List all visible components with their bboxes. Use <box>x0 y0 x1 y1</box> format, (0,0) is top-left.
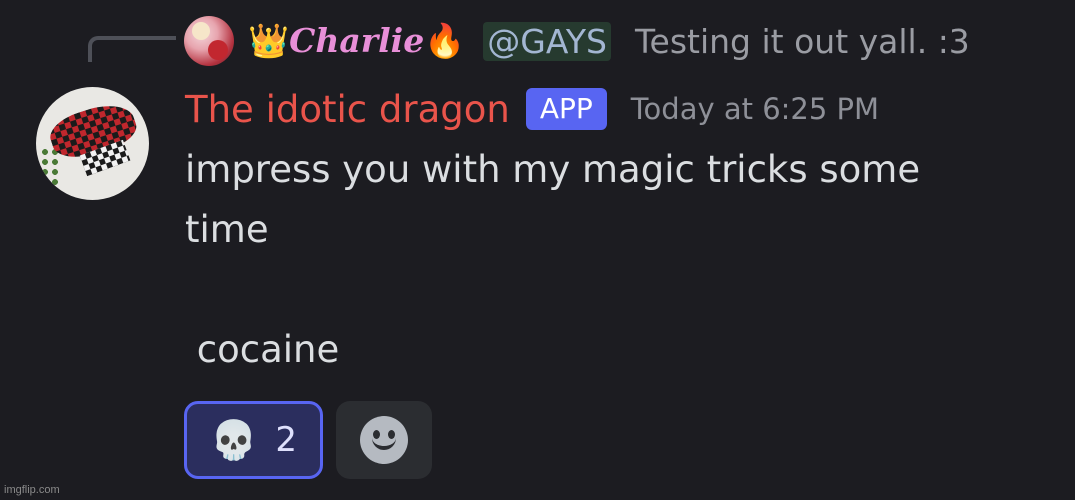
smiley-mouth <box>372 436 396 450</box>
reply-author-name[interactable]: 👑Charlie🔥 <box>248 21 465 61</box>
message-timestamp[interactable]: Today at 6:25 PM <box>631 92 879 126</box>
message-line: cocaine <box>185 328 340 371</box>
skull-icon: 💀 <box>210 417 258 462</box>
add-reaction-button[interactable] <box>336 401 432 479</box>
reaction-count: 2 <box>275 420 297 460</box>
reply-author-avatar[interactable] <box>184 16 234 66</box>
crown-icon: 👑 <box>248 21 290 60</box>
role-mention[interactable]: @GAYS <box>483 21 611 61</box>
watermark: imgflip.com <box>4 484 60 496</box>
message-line-blank <box>185 260 1045 320</box>
reply-preview[interactable]: 👑Charlie🔥 @GAYS Testing it out yall. :3 <box>184 10 970 72</box>
reply-connector <box>88 36 176 62</box>
author-username[interactable]: The idotic dragon <box>185 88 510 131</box>
avatar-vine-detail <box>40 147 60 195</box>
message-line: impress you with my magic tricks some <box>185 148 921 191</box>
smiley-add-reaction-icon <box>360 416 408 464</box>
reply-author-label: Charlie <box>289 21 425 60</box>
app-badge: APP <box>525 88 607 130</box>
fire-icon: 🔥 <box>424 21 466 60</box>
reply-text[interactable]: Testing it out yall. :3 <box>635 22 970 61</box>
reaction-skull[interactable]: 💀 2 <box>184 401 323 479</box>
message-header: The idotic dragon APP Today at 6:25 PM <box>185 84 879 134</box>
chat-message-view: 👑Charlie🔥 @GAYS Testing it out yall. :3 … <box>0 0 1075 500</box>
message-content: impress you with my magic tricks some ti… <box>185 140 1045 380</box>
message-line: time <box>185 208 269 251</box>
author-avatar[interactable] <box>36 87 149 200</box>
